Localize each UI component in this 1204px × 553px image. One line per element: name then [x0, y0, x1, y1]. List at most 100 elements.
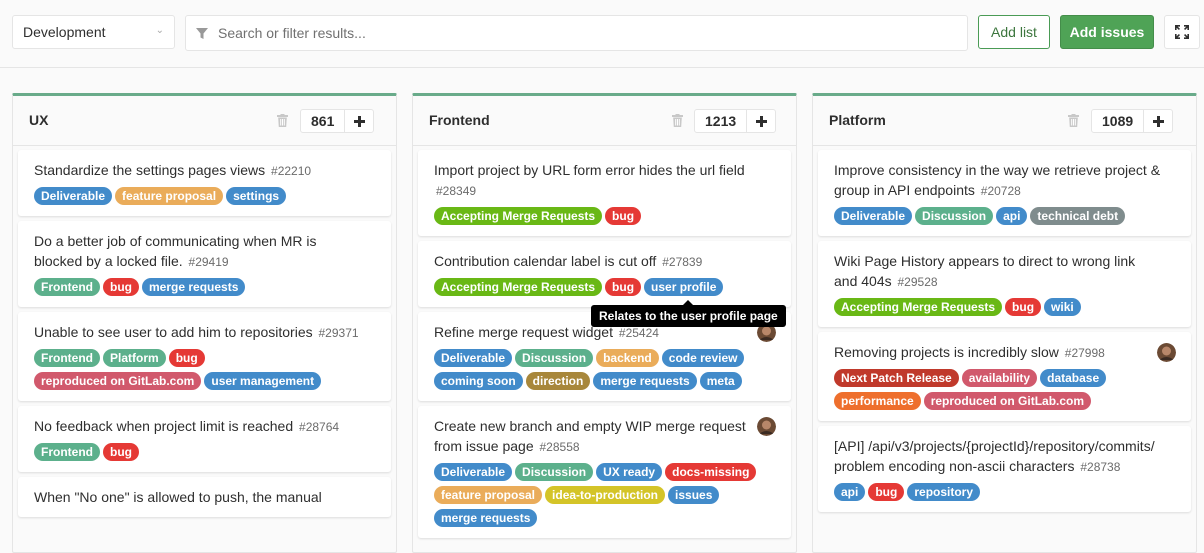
label-badge[interactable]: Frontend — [34, 443, 100, 461]
label-badge[interactable]: Deliverable — [434, 463, 513, 481]
add-issue-button[interactable] — [747, 110, 775, 132]
add-issue-button[interactable] — [345, 110, 373, 132]
fullscreen-button[interactable] — [1164, 15, 1200, 49]
issue-labels: Deliverable Discussion api technical debt — [834, 204, 1175, 227]
issue-card[interactable]: Unable to see user to add him to reposit… — [18, 312, 391, 401]
label-badge[interactable]: performance — [834, 392, 921, 410]
issue-title-text[interactable]: Removing projects is incredibly slow — [834, 344, 1059, 360]
issue-card[interactable]: Do a better job of communicating when MR… — [18, 221, 391, 307]
label-badge[interactable]: coming soon — [434, 372, 523, 390]
trash-icon[interactable] — [277, 114, 288, 127]
issue-title-text[interactable]: Do a better job of communicating when MR… — [34, 233, 316, 269]
assignee-avatar[interactable] — [1157, 343, 1176, 362]
label-badge[interactable]: Accepting Merge Requests — [834, 298, 1003, 316]
label-badge[interactable]: api — [834, 483, 866, 501]
issue-title-text[interactable]: When "No one" is allowed to push, the ma… — [34, 489, 322, 505]
issue-title-text[interactable]: Refine merge request widget — [434, 324, 613, 340]
label-badge[interactable]: bug — [1005, 298, 1042, 316]
issue-title-text[interactable]: Contribution calendar label is cut off — [434, 253, 656, 269]
issue-title-text[interactable]: Standardize the settings pages views — [34, 162, 265, 178]
label-badge[interactable]: Deliverable — [34, 187, 113, 205]
label-badge[interactable]: bug — [605, 207, 642, 225]
label-badge[interactable]: api — [996, 207, 1028, 225]
label-badge[interactable]: Platform — [103, 349, 166, 367]
issue-title-text[interactable]: Create new branch and empty WIP merge re… — [434, 418, 746, 454]
label-badge[interactable]: repository — [907, 483, 981, 501]
label-badge[interactable]: user management — [204, 372, 322, 390]
issue-card[interactable]: [API] /api/v3/projects/{projectId}/repos… — [818, 426, 1191, 512]
issue-number: #20728 — [980, 184, 1021, 198]
label-badge[interactable]: database — [1040, 369, 1107, 387]
label-badge[interactable]: bug — [103, 443, 139, 461]
label-badge[interactable]: merge requests — [434, 509, 538, 527]
issue-title-text[interactable]: Wiki Page History appears to direct to w… — [834, 253, 1135, 289]
add-issue-button[interactable] — [1144, 110, 1172, 132]
board-list-ux: UX 861 Standardize the settings pages view… — [12, 93, 397, 553]
label-badge[interactable]: bug — [103, 278, 139, 296]
issue-title-text[interactable]: Unable to see user to add him to reposit… — [34, 324, 313, 340]
label-badge[interactable]: bug — [605, 278, 642, 296]
label-badge[interactable]: Next Patch Release — [834, 369, 959, 387]
issue-labels: api bug repository — [834, 480, 1175, 503]
list-header: UX 861 — [13, 96, 396, 146]
chevron-down-icon: ⌄ — [155, 25, 164, 36]
filter-icon — [196, 28, 208, 39]
label-badge[interactable]: idea-to-production — [545, 486, 666, 504]
label-badge[interactable]: technical debt — [1030, 207, 1126, 225]
label-badge[interactable]: Discussion — [515, 463, 594, 481]
issue-card[interactable]: Wiki Page History appears to direct to w… — [818, 241, 1191, 327]
add-list-button[interactable]: Add list — [978, 15, 1050, 49]
label-badge[interactable]: wiki — [1044, 298, 1081, 316]
label-badge[interactable]: meta — [699, 372, 742, 390]
issue-number: #25424 — [618, 326, 659, 340]
issue-title: Unable to see user to add him to reposit… — [34, 322, 361, 343]
issue-labels: Deliverable Discussion backend code review c… — [434, 346, 775, 392]
issue-card[interactable]: Improve consistency in the way we retrie… — [818, 150, 1191, 236]
issue-card[interactable]: No feedback when project limit is reache… — [18, 406, 391, 472]
label-badge[interactable]: Frontend — [34, 278, 100, 296]
label-badge[interactable]: merge requests — [142, 278, 246, 296]
trash-icon[interactable] — [1068, 114, 1079, 127]
label-badge[interactable]: settings — [226, 187, 287, 205]
add-issues-button[interactable]: Add issues — [1060, 15, 1154, 49]
issue-number: #28764 — [299, 420, 340, 434]
label-badge[interactable]: feature proposal — [434, 486, 543, 504]
label-badge[interactable]: reproduced on GitLab.com — [34, 372, 202, 390]
label-badge[interactable]: Accepting Merge Requests — [434, 207, 603, 225]
label-badge[interactable]: direction — [525, 372, 591, 390]
issue-number: #28558 — [539, 440, 580, 454]
label-badge[interactable]: Deliverable — [434, 349, 513, 367]
issue-title-text[interactable]: No feedback when project limit is reache… — [34, 418, 293, 434]
issue-card[interactable]: When "No one" is allowed to push, the ma… — [18, 477, 391, 517]
label-badge[interactable]: reproduced on GitLab.com — [923, 392, 1092, 410]
search-bar[interactable] — [185, 15, 968, 51]
trash-icon[interactable] — [672, 114, 683, 127]
label-badge[interactable]: Discussion — [915, 207, 994, 225]
label-badge[interactable]: Deliverable — [834, 207, 913, 225]
issue-labels: Frontend bug — [34, 440, 375, 463]
label-badge[interactable]: bug — [868, 483, 905, 501]
issue-card[interactable]: Contribution calendar label is cut off #… — [418, 241, 791, 307]
label-badge[interactable]: docs-missing — [665, 463, 757, 481]
issue-card[interactable]: Create new branch and empty WIP merge re… — [418, 406, 791, 538]
label-badge[interactable]: user profile — [644, 278, 724, 296]
label-badge[interactable]: backend — [596, 349, 659, 367]
label-badge[interactable]: issues — [668, 486, 720, 504]
label-badge[interactable]: feature proposal — [115, 187, 224, 205]
label-badge[interactable]: Discussion — [515, 349, 594, 367]
issue-card[interactable]: Standardize the settings pages views #22… — [18, 150, 391, 216]
label-badge[interactable]: Frontend — [34, 349, 100, 367]
board-selector-dropdown[interactable]: Development ⌄ — [12, 15, 175, 49]
search-input[interactable] — [216, 16, 956, 50]
assignee-avatar[interactable] — [757, 417, 776, 436]
label-badge[interactable]: Accepting Merge Requests — [434, 278, 603, 296]
label-badge[interactable]: code review — [661, 349, 745, 367]
label-badge[interactable]: bug — [168, 349, 205, 367]
label-badge[interactable]: UX ready — [596, 463, 663, 481]
issue-card[interactable]: Removing projects is incredibly slow #27… — [818, 332, 1191, 421]
label-badge[interactable]: availability — [961, 369, 1038, 387]
label-badge[interactable]: merge requests — [593, 372, 697, 390]
issue-title-text[interactable]: Import project by URL form error hides t… — [434, 162, 745, 178]
issue-title: Contribution calendar label is cut off #… — [434, 251, 761, 272]
issue-card[interactable]: Import project by URL form error hides t… — [418, 150, 791, 236]
